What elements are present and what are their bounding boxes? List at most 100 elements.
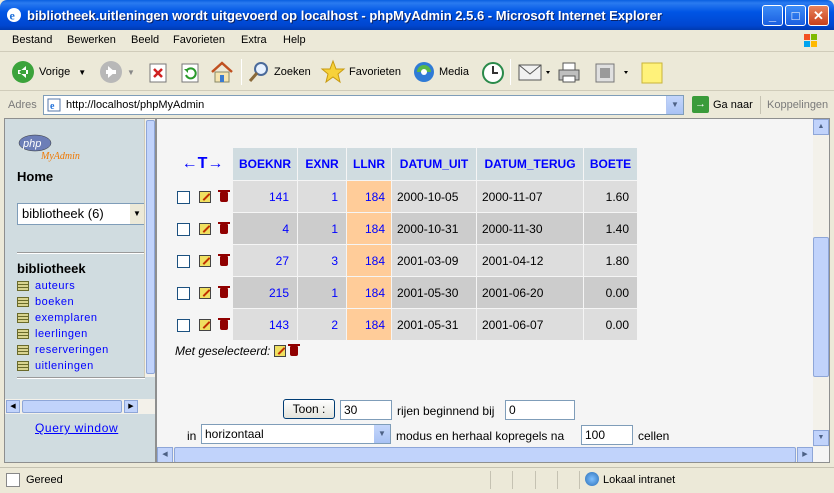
table-item-exemplaren[interactable]: exemplaren: [17, 310, 109, 326]
table-link[interactable]: reserveringen: [35, 344, 109, 356]
chevron-down-icon[interactable]: ▼: [130, 204, 144, 224]
table-item-reserveringen[interactable]: reserveringen: [17, 342, 109, 358]
scroll-left-icon[interactable]: ◀: [6, 400, 20, 413]
table-item-leerlingen[interactable]: leerlingen: [17, 326, 109, 342]
address-input[interactable]: e http://localhost/phpMyAdmin ▼: [43, 95, 684, 115]
favorites-button[interactable]: Favorieten: [320, 59, 401, 85]
delete-selected-icon[interactable]: [288, 344, 301, 356]
query-window-link[interactable]: Query window: [35, 421, 118, 435]
column-header-datum-uit[interactable]: DATUM_UIT: [392, 148, 476, 180]
forward-button[interactable]: ▼: [98, 59, 135, 85]
table-icon[interactable]: [17, 329, 29, 339]
column-header-boeknr[interactable]: BOEKNR: [233, 148, 297, 180]
scroll-thumb[interactable]: [22, 400, 122, 413]
left-vertical-scrollbar[interactable]: [144, 119, 155, 377]
table-icon[interactable]: [17, 313, 29, 323]
table-icon[interactable]: [17, 345, 29, 355]
messenger-icon[interactable]: [640, 61, 664, 85]
column-arrows[interactable]: ←T→: [173, 148, 232, 180]
go-arrow-icon[interactable]: →: [692, 96, 709, 113]
search-button[interactable]: Zoeken: [247, 59, 311, 85]
back-dropdown-icon[interactable]: ▼: [78, 68, 86, 77]
history-icon[interactable]: [480, 60, 506, 86]
media-button[interactable]: Media: [412, 59, 469, 85]
scroll-left-icon[interactable]: ◀: [157, 447, 173, 462]
scroll-thumb[interactable]: [174, 447, 796, 462]
row-checkbox[interactable]: [177, 286, 190, 300]
delete-icon[interactable]: [218, 318, 230, 331]
row-checkbox[interactable]: [177, 254, 190, 268]
table-item-boeken[interactable]: boeken: [17, 294, 109, 310]
scroll-thumb[interactable]: [146, 120, 155, 374]
home-icon[interactable]: [209, 60, 235, 84]
edit-icon[interactable]: [199, 287, 211, 300]
home-link[interactable]: Home: [17, 169, 53, 184]
stop-icon[interactable]: [148, 62, 168, 84]
toon-button[interactable]: Toon :: [283, 399, 335, 419]
phpmyadmin-logo[interactable]: php MyAdmin: [17, 133, 107, 163]
results-table: ←T→ BOEKNR EXNR LLNR DATUM_UIT DATUM_TER…: [172, 147, 638, 341]
rows-input[interactable]: 30: [340, 400, 392, 420]
database-name[interactable]: bibliotheek: [17, 261, 86, 276]
edit-icon[interactable]: [199, 223, 211, 236]
table-link[interactable]: boeken: [35, 296, 74, 308]
edit-icon[interactable]: [199, 319, 211, 332]
main-horizontal-scrollbar[interactable]: ◀ ▶: [157, 447, 813, 462]
row-checkbox[interactable]: [177, 318, 190, 332]
menu-beeld[interactable]: Beeld: [131, 34, 159, 46]
menu-extra[interactable]: Extra: [241, 34, 267, 46]
delete-icon[interactable]: [218, 190, 230, 203]
edit-icon[interactable]: [594, 62, 634, 84]
column-header-boete[interactable]: BOETE: [584, 148, 637, 180]
delete-icon[interactable]: [218, 222, 230, 235]
table-item-auteurs[interactable]: auteurs: [17, 278, 109, 294]
table-link[interactable]: leerlingen: [35, 328, 88, 340]
delete-icon[interactable]: [218, 254, 230, 267]
links-button[interactable]: Koppelingen: [767, 99, 828, 111]
table-row: 143 2 184 2001-05-31 2001-06-07 0.00: [173, 309, 637, 340]
chevron-down-icon[interactable]: ▼: [374, 425, 390, 443]
minimize-button[interactable]: _: [762, 5, 783, 26]
row-checkbox[interactable]: [177, 222, 190, 236]
column-header-exnr[interactable]: EXNR: [298, 148, 346, 180]
scroll-thumb[interactable]: [813, 237, 829, 377]
edit-selected-icon[interactable]: [274, 345, 287, 357]
table-link[interactable]: auteurs: [35, 280, 75, 292]
main-vertical-scrollbar[interactable]: ▲ ▼: [813, 119, 829, 447]
table-link[interactable]: exemplaren: [35, 312, 97, 324]
table-icon[interactable]: [17, 281, 29, 291]
menu-bewerken[interactable]: Bewerken: [67, 34, 116, 46]
refresh-icon[interactable]: [180, 62, 200, 84]
menu-help[interactable]: Help: [283, 34, 306, 46]
scroll-right-icon[interactable]: ▶: [124, 400, 138, 413]
maximize-button[interactable]: □: [785, 5, 806, 26]
start-input[interactable]: 0: [505, 400, 575, 420]
row-checkbox[interactable]: [177, 190, 190, 204]
scroll-down-icon[interactable]: ▼: [813, 430, 829, 446]
chevron-down-icon[interactable]: ▼: [666, 96, 683, 114]
back-button[interactable]: Vorige ▼: [10, 59, 86, 85]
database-select[interactable]: bibliotheek (6) ▼: [17, 203, 145, 225]
close-button[interactable]: ✕: [808, 5, 829, 26]
print-icon[interactable]: [556, 60, 582, 86]
mode-select[interactable]: horizontaal ▼: [201, 424, 391, 444]
go-button[interactable]: Ga naar: [713, 99, 753, 111]
scroll-right-icon[interactable]: ▶: [797, 447, 813, 462]
column-header-llnr[interactable]: LLNR: [347, 148, 391, 180]
menu-favorieten[interactable]: Favorieten: [173, 34, 225, 46]
table-icon[interactable]: [17, 361, 29, 371]
mail-icon[interactable]: [517, 61, 553, 85]
delete-icon[interactable]: [218, 286, 230, 299]
edit-icon[interactable]: [199, 191, 211, 204]
forward-dropdown-icon[interactable]: ▼: [127, 68, 135, 77]
edit-icon[interactable]: [199, 255, 211, 268]
repeat-input[interactable]: 100: [581, 425, 633, 445]
table-icon[interactable]: [17, 297, 29, 307]
menu-bestand[interactable]: Bestand: [12, 34, 52, 46]
table-link[interactable]: uitleningen: [35, 360, 94, 372]
scroll-up-icon[interactable]: ▲: [813, 119, 829, 135]
column-header-datum-terug[interactable]: DATUM_TERUG: [477, 148, 583, 180]
left-horizontal-scrollbar[interactable]: ◀ ▶: [5, 399, 155, 414]
table-item-uitleningen[interactable]: uitleningen: [17, 358, 109, 374]
address-bar: Adres e http://localhost/phpMyAdmin ▼ → …: [0, 92, 834, 118]
